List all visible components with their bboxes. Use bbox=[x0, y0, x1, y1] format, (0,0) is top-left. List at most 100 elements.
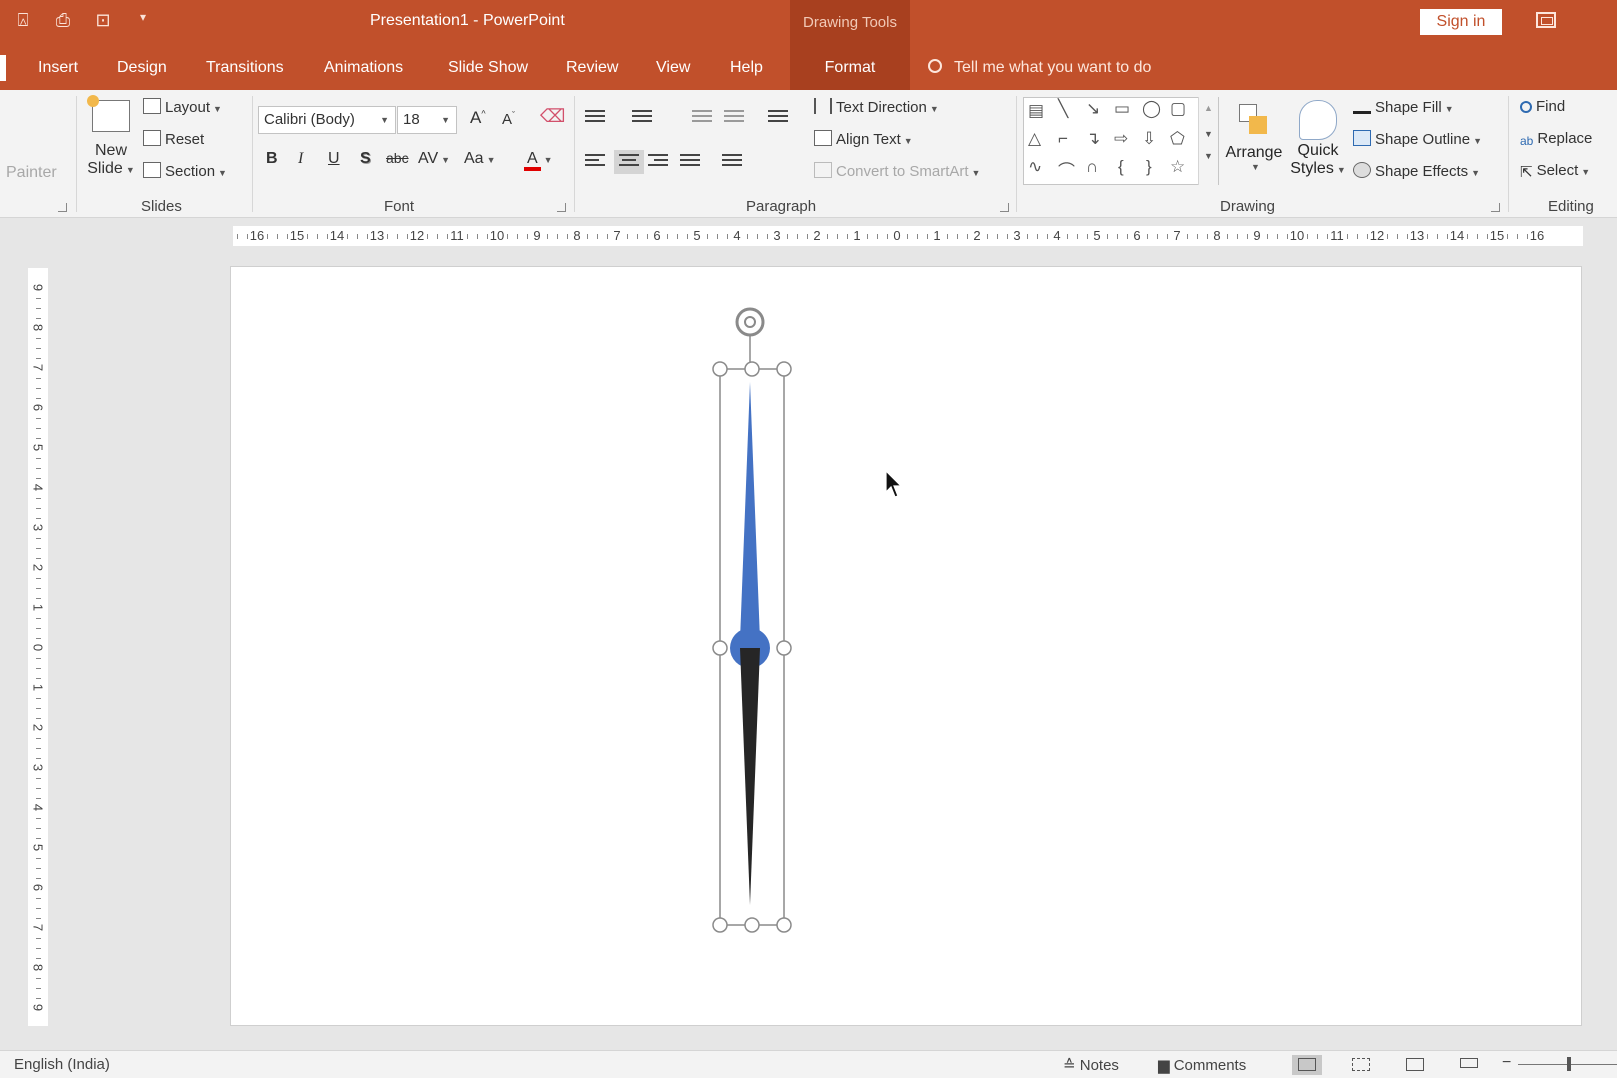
selected-needle-shape[interactable] bbox=[700, 300, 800, 940]
left-brace-shape-icon[interactable]: { bbox=[1118, 157, 1124, 177]
strikethrough-button[interactable]: abc bbox=[386, 150, 409, 166]
decrease-indent-icon[interactable] bbox=[692, 110, 712, 126]
quick-styles-button[interactable]: Quick Styles ▼ bbox=[1290, 96, 1346, 192]
slide-sorter-button[interactable] bbox=[1346, 1055, 1376, 1075]
bullets-icon[interactable] bbox=[585, 110, 605, 126]
customize-qat-icon[interactable]: ▾ bbox=[132, 10, 154, 31]
line-shape-icon[interactable]: ╲ bbox=[1058, 99, 1068, 119]
gallery-scroll[interactable]: ▲ ▼ ▼ bbox=[1198, 97, 1218, 185]
align-right-icon[interactable] bbox=[648, 154, 668, 170]
shape-outline-button[interactable]: Shape Outline ▼ bbox=[1353, 130, 1482, 148]
right-brace-shape-icon[interactable]: } bbox=[1146, 157, 1152, 177]
align-left-icon[interactable] bbox=[585, 154, 605, 170]
zoom-slider-thumb[interactable] bbox=[1567, 1057, 1571, 1071]
paragraph-launcher-icon[interactable] bbox=[1000, 203, 1009, 212]
normal-view-button[interactable] bbox=[1292, 1055, 1322, 1075]
rounded-rect-shape-icon[interactable]: ▢ bbox=[1170, 99, 1186, 119]
tab-format[interactable]: Format bbox=[790, 45, 910, 90]
pentagon-shape-icon[interactable]: ⬠ bbox=[1170, 129, 1185, 149]
grow-font-button[interactable]: A^ bbox=[470, 108, 486, 128]
ribbon-display-options-icon[interactable] bbox=[1536, 12, 1556, 28]
gallery-up-icon[interactable]: ▲ bbox=[1199, 103, 1218, 113]
clear-formatting-icon[interactable]: ⌫ bbox=[540, 106, 565, 127]
select-button[interactable]: ⇱ Select ▼ bbox=[1520, 162, 1590, 181]
freeform-shape-icon[interactable]: ∿ bbox=[1028, 157, 1042, 177]
font-launcher-icon[interactable] bbox=[557, 203, 566, 212]
arrange-button[interactable]: Arrange ▼ bbox=[1224, 96, 1284, 188]
resize-handle-bottom-left[interactable] bbox=[712, 917, 728, 933]
numbering-icon[interactable] bbox=[632, 110, 652, 126]
curve-shape-icon[interactable]: ∩ bbox=[1086, 157, 1098, 177]
resize-handle-left[interactable] bbox=[712, 640, 728, 656]
shrink-font-button[interactable]: Aˇ bbox=[502, 110, 515, 128]
justify-icon[interactable] bbox=[680, 154, 700, 170]
align-center-icon[interactable] bbox=[614, 150, 644, 174]
tab-review[interactable]: Review bbox=[566, 45, 618, 90]
shapes-gallery[interactable]: ▤ ╲ ↘ ▭ ◯ ▢ △ ⌐ ↴ ⇨ ⇩ ⬠ ∿ ⌒ ∩ { } ☆ bbox=[1023, 97, 1219, 185]
tab-view[interactable]: View bbox=[656, 45, 690, 90]
reading-view-button[interactable] bbox=[1400, 1055, 1430, 1075]
tab-insert[interactable]: Insert bbox=[38, 45, 78, 90]
section-button[interactable]: Section ▼ bbox=[143, 162, 227, 180]
bold-button[interactable]: B bbox=[266, 150, 278, 168]
resize-handle-right[interactable] bbox=[776, 640, 792, 656]
shape-fill-button[interactable]: Shape Fill ▼ bbox=[1353, 98, 1454, 116]
tab-transitions[interactable]: Transitions bbox=[206, 45, 284, 90]
resize-handle-top-right[interactable] bbox=[776, 361, 792, 377]
underline-button[interactable]: U bbox=[328, 150, 340, 168]
resize-handle-bottom[interactable] bbox=[744, 917, 760, 933]
format-painter-button[interactable]: Painter bbox=[6, 164, 57, 182]
resize-handle-bottom-right[interactable] bbox=[776, 917, 792, 933]
comments-button[interactable]: ▆ Comments bbox=[1158, 1056, 1246, 1074]
touch-mode-icon[interactable]: ⊡ bbox=[92, 10, 114, 31]
tab-help[interactable]: Help bbox=[730, 45, 763, 90]
columns-icon[interactable] bbox=[722, 154, 742, 170]
slide-canvas[interactable] bbox=[230, 266, 1582, 1026]
tell-me-search[interactable]: Tell me what you want to do bbox=[928, 45, 1151, 90]
down-arrow-shape-icon[interactable]: ⇩ bbox=[1142, 129, 1156, 149]
star-shape-icon[interactable]: ☆ bbox=[1170, 157, 1185, 177]
tab-animations[interactable]: Animations bbox=[324, 45, 403, 90]
arrow-line-shape-icon[interactable]: ↘ bbox=[1086, 99, 1100, 119]
elbow-arrow-shape-icon[interactable]: ↴ bbox=[1086, 129, 1100, 149]
line-spacing-icon[interactable] bbox=[768, 110, 788, 126]
arc-shape-icon[interactable]: ⌒ bbox=[1058, 157, 1075, 182]
font-color-button[interactable]: A ▼ bbox=[524, 150, 553, 171]
tab-design[interactable]: Design bbox=[117, 45, 167, 90]
font-name-select[interactable]: Calibri (Body) ▼ bbox=[258, 106, 396, 134]
print-icon[interactable]: ⎙ bbox=[52, 10, 74, 31]
character-spacing-button[interactable]: AV ▼ bbox=[418, 150, 450, 168]
rectangle-shape-icon[interactable]: ▭ bbox=[1114, 99, 1130, 119]
convert-to-smartart-button[interactable]: Convert to SmartArt ▼ bbox=[814, 162, 980, 180]
language-indicator[interactable]: English (India) bbox=[14, 1056, 110, 1073]
change-case-button[interactable]: Aa ▼ bbox=[464, 150, 496, 168]
rotation-handle-icon[interactable] bbox=[735, 307, 765, 368]
triangle-shape-icon[interactable]: △ bbox=[1028, 129, 1041, 149]
right-arrow-shape-icon[interactable]: ⇨ bbox=[1114, 129, 1128, 149]
clipboard-launcher-icon[interactable] bbox=[58, 203, 67, 212]
text-box-shape-icon[interactable]: ▤ bbox=[1028, 101, 1044, 121]
zoom-out-button[interactable]: − bbox=[1502, 1054, 1511, 1072]
shape-effects-button[interactable]: Shape Effects ▼ bbox=[1353, 162, 1480, 180]
oval-shape-icon[interactable]: ◯ bbox=[1142, 99, 1161, 119]
drawing-launcher-icon[interactable] bbox=[1491, 203, 1500, 212]
gallery-more-icon[interactable]: ▼ bbox=[1199, 151, 1218, 161]
presenter-icon[interactable]: ⍓ bbox=[12, 10, 34, 31]
text-direction-button[interactable]: Text Direction ▼ bbox=[814, 98, 939, 116]
resize-handle-top[interactable] bbox=[744, 361, 760, 377]
notes-button[interactable]: ≙ Notes bbox=[1063, 1056, 1119, 1074]
new-slide-button[interactable]: New Slide ▼ bbox=[84, 95, 138, 188]
sign-in-button[interactable]: Sign in bbox=[1420, 9, 1502, 35]
layout-button[interactable]: Layout ▼ bbox=[143, 98, 222, 116]
font-size-select[interactable]: 18 ▼ bbox=[397, 106, 457, 134]
replace-button[interactable]: ab Replace bbox=[1520, 130, 1592, 150]
file-tab-edge[interactable] bbox=[0, 55, 6, 81]
tab-slide-show[interactable]: Slide Show bbox=[448, 45, 528, 90]
slide-show-button[interactable] bbox=[1454, 1055, 1484, 1075]
align-text-button[interactable]: Align Text ▼ bbox=[814, 130, 913, 148]
reset-button[interactable]: Reset bbox=[143, 130, 204, 148]
gallery-down-icon[interactable]: ▼ bbox=[1199, 129, 1218, 139]
increase-indent-icon[interactable] bbox=[724, 110, 744, 126]
find-button[interactable]: Find bbox=[1520, 98, 1565, 115]
elbow-connector-shape-icon[interactable]: ⌐ bbox=[1058, 129, 1068, 149]
